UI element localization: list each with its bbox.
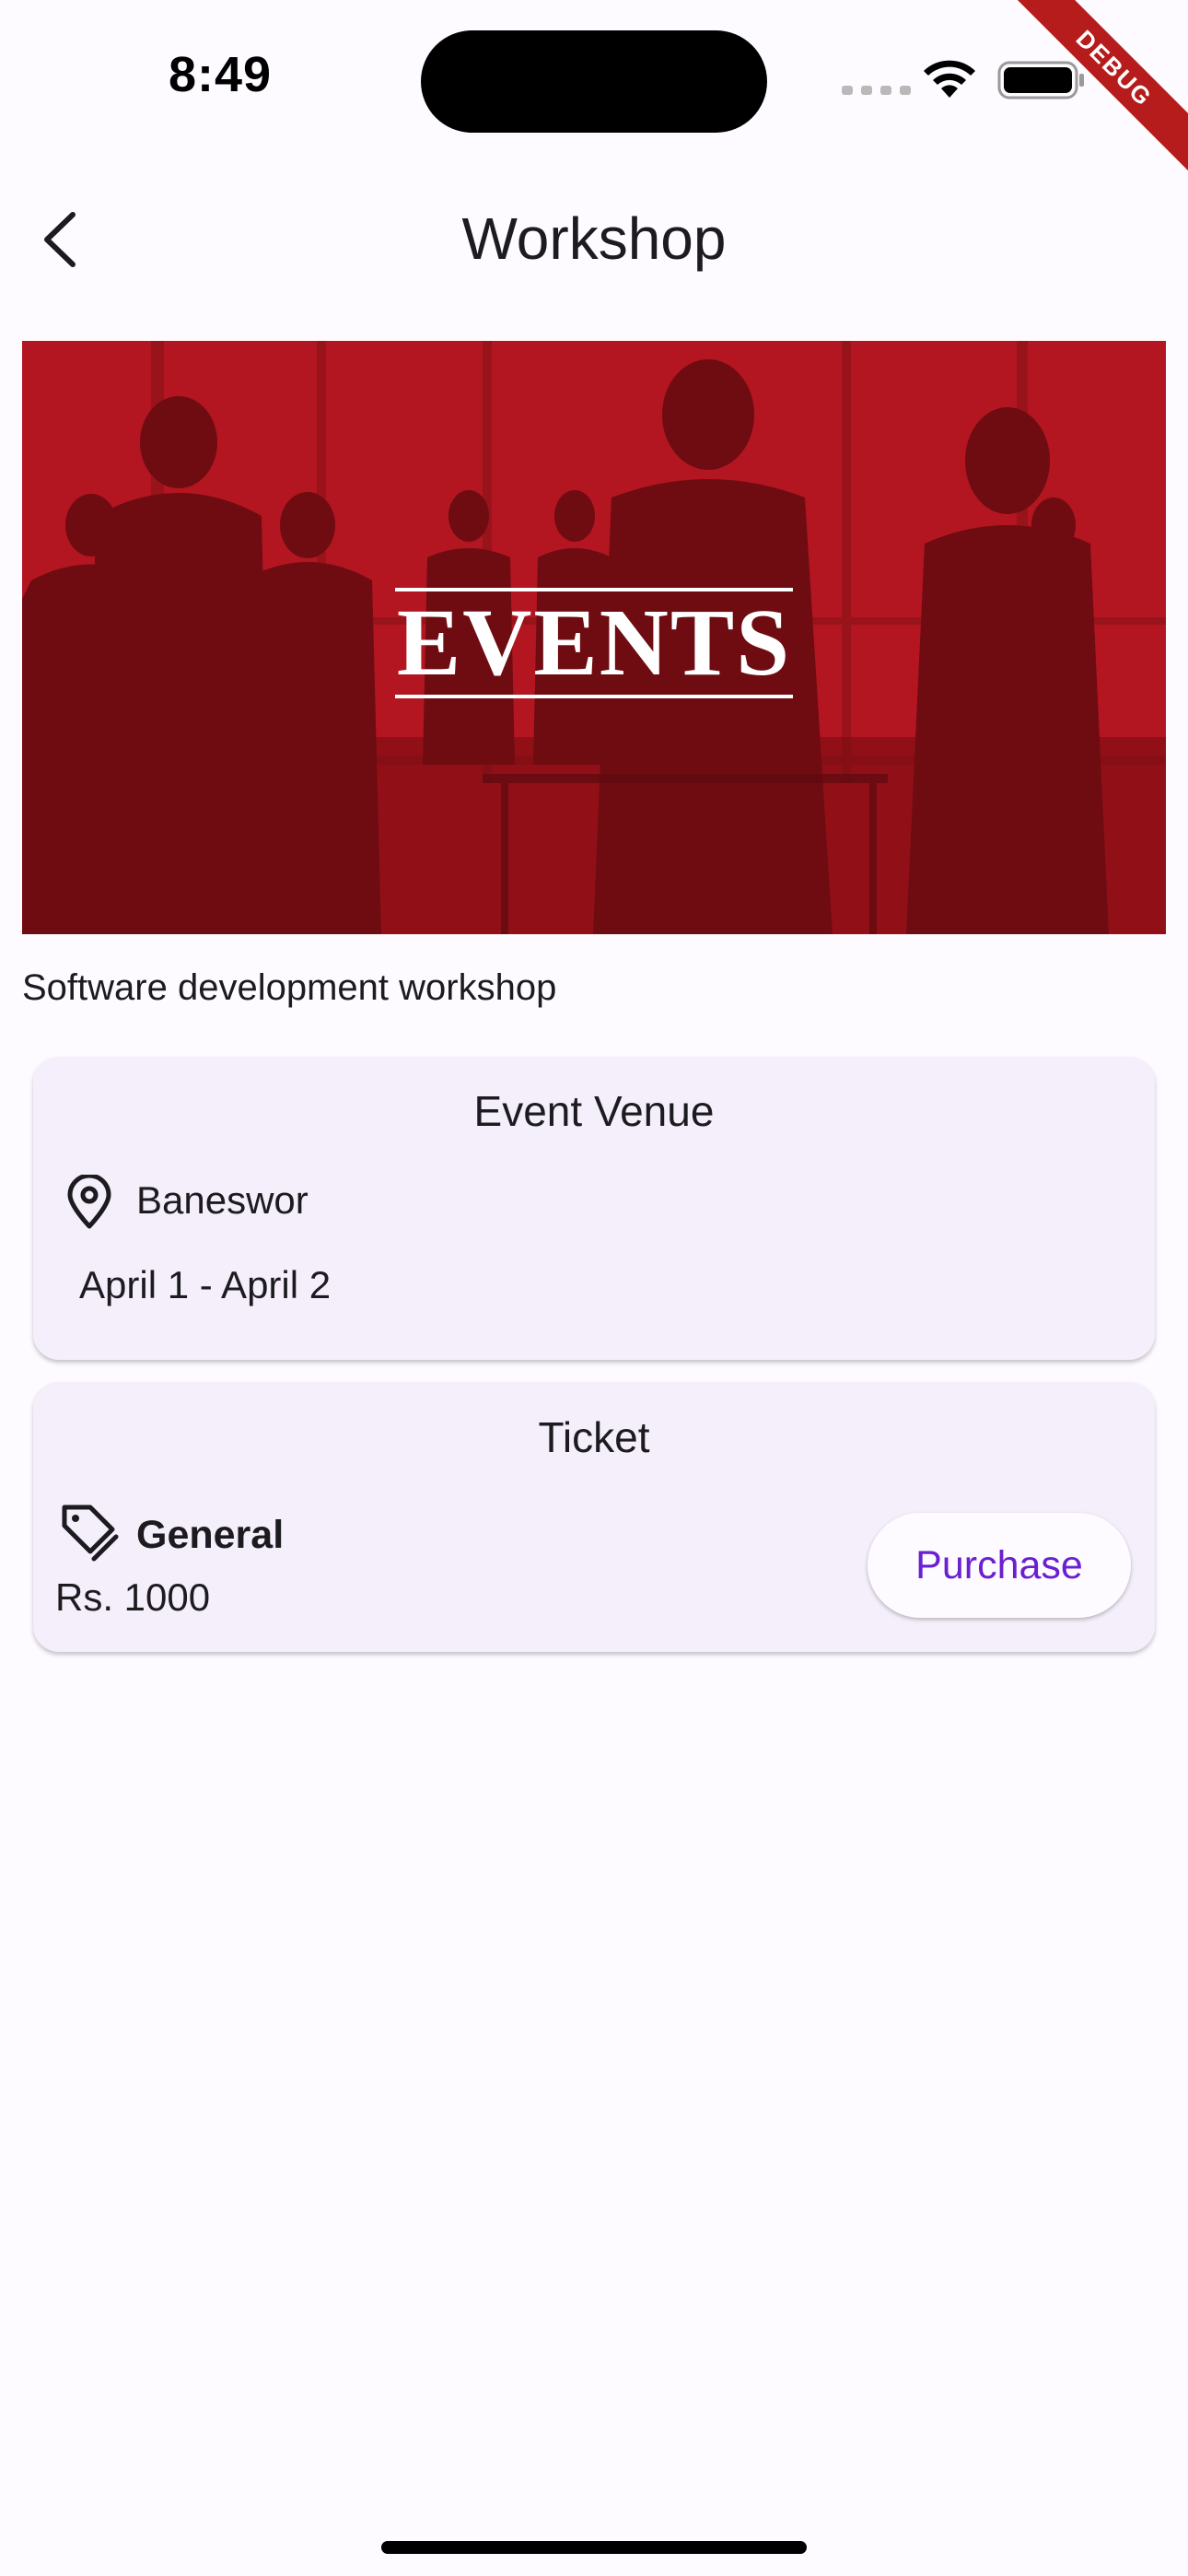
event-banner-image: EVENTS: [22, 341, 1166, 934]
workshop-screen: 8:49 DEBUG Workshop EVENTS Software deve…: [0, 0, 1188, 2576]
page-title: Workshop: [461, 205, 727, 272]
ticket-card: Ticket General Rs. 1000 Purchase: [33, 1382, 1155, 1652]
tag-icon: [62, 1505, 119, 1562]
dynamic-island: [421, 30, 767, 133]
event-description: Software development workshop: [22, 967, 557, 1008]
banner-title-wrap: EVENTS: [22, 588, 1166, 698]
venue-dates: April 1 - April 2: [79, 1263, 332, 1306]
ticket-card-title: Ticket: [538, 1413, 650, 1461]
venue-card-title: Event Venue: [473, 1087, 715, 1135]
venue-location: Baneswor: [136, 1178, 309, 1222]
battery-icon: [997, 61, 1084, 100]
event-venue-card: Event Venue Baneswor April 1 - April 2: [33, 1057, 1155, 1360]
ticket-price: Rs. 1000: [55, 1575, 211, 1619]
status-time: 8:49: [169, 47, 273, 102]
location-pin-icon: [67, 1175, 111, 1229]
ticket-type: General: [136, 1513, 285, 1557]
cellular-signal-icon: [842, 86, 911, 95]
banner-title: EVENTS: [394, 588, 794, 698]
purchase-button[interactable]: Purchase: [868, 1513, 1131, 1618]
wifi-icon: [924, 60, 975, 98]
home-indicator[interactable]: [381, 2541, 807, 2554]
